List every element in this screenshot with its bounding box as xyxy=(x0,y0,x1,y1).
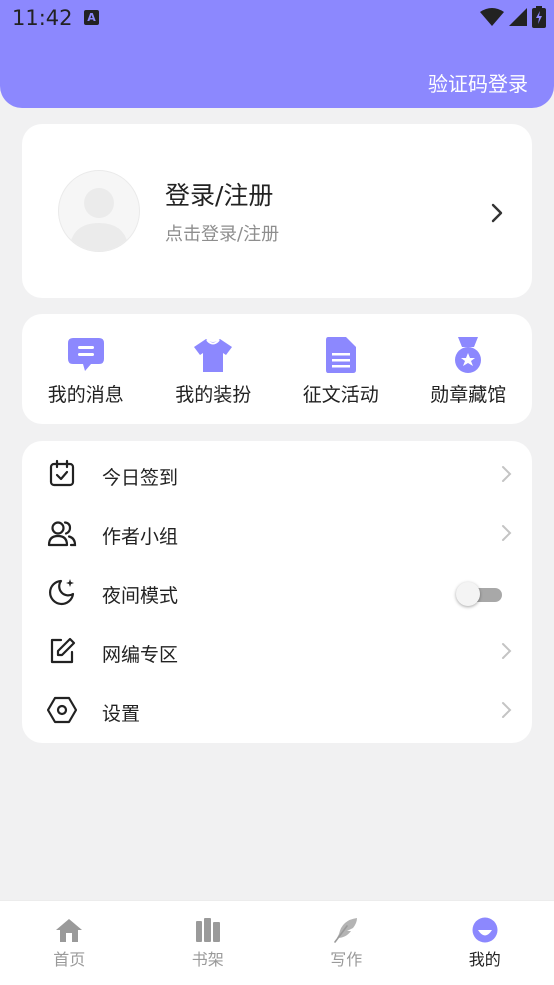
menu-label: 今日签到 xyxy=(102,463,178,490)
chevron-right-icon xyxy=(500,523,512,543)
notification-a-icon: A xyxy=(84,10,99,25)
signal-icon xyxy=(508,7,528,27)
menu-card: 今日签到 作者小组 夜间模式 网编专区 xyxy=(22,441,532,743)
quick-actions-card: 我的消息 我的装扮 征文活动 勋章藏馆 xyxy=(22,314,532,424)
tab-label: 书架 xyxy=(192,946,224,970)
quick-item-messages[interactable]: 我的消息 xyxy=(22,314,150,424)
profile-card[interactable]: 登录/注册 点击登录/注册 xyxy=(22,124,532,298)
menu-item-night-mode: 夜间模式 xyxy=(22,563,532,622)
login-register-hint: 点击登录/注册 xyxy=(165,220,279,246)
menu-item-checkin[interactable]: 今日签到 xyxy=(22,445,532,504)
chevron-right-icon xyxy=(500,700,512,720)
calendar-check-icon xyxy=(47,459,77,489)
menu-item-author-group[interactable]: 作者小组 xyxy=(22,504,532,563)
message-icon xyxy=(66,336,106,374)
chevron-right-icon xyxy=(500,641,512,661)
tab-bookshelf[interactable]: 书架 xyxy=(139,901,278,985)
menu-label: 网编专区 xyxy=(102,640,178,667)
feather-icon xyxy=(332,917,360,943)
tab-writing[interactable]: 写作 xyxy=(277,901,416,985)
quick-label: 我的消息 xyxy=(48,380,124,407)
tab-label: 写作 xyxy=(330,946,362,970)
profile-icon xyxy=(471,917,499,943)
tab-home[interactable]: 首页 xyxy=(0,901,139,985)
tab-label: 首页 xyxy=(53,946,85,970)
bookshelf-icon xyxy=(194,917,222,943)
login-register-title[interactable]: 登录/注册 xyxy=(165,176,273,212)
header: 11:42 A 验证码登录 xyxy=(0,0,554,108)
menu-label: 夜间模式 xyxy=(102,581,178,608)
quick-item-outfit[interactable]: 我的装扮 xyxy=(150,314,278,424)
wifi-icon xyxy=(480,7,504,27)
menu-label: 设置 xyxy=(102,699,140,726)
default-avatar-icon xyxy=(59,171,139,251)
night-mode-toggle[interactable] xyxy=(456,582,502,606)
edit-icon xyxy=(47,636,77,666)
status-icons xyxy=(480,6,546,28)
toggle-knob xyxy=(456,582,480,606)
menu-label: 作者小组 xyxy=(102,522,178,549)
menu-item-editor-zone[interactable]: 网编专区 xyxy=(22,622,532,681)
tab-mine[interactable]: 我的 xyxy=(416,901,554,985)
tab-label: 我的 xyxy=(469,946,501,970)
verify-code-login-button[interactable]: 验证码登录 xyxy=(428,68,528,97)
battery-icon xyxy=(532,6,546,28)
status-time: 11:42 xyxy=(12,6,73,30)
settings-icon xyxy=(47,695,77,725)
bottom-tab-bar: 首页 书架 写作 我的 xyxy=(0,900,554,985)
group-icon xyxy=(47,518,77,548)
quick-item-medal-hall[interactable]: 勋章藏馆 xyxy=(405,314,533,424)
menu-item-settings[interactable]: 设置 xyxy=(22,681,532,740)
tshirt-icon xyxy=(192,336,234,374)
medal-icon xyxy=(450,336,486,374)
quick-label: 勋章藏馆 xyxy=(430,380,506,407)
document-icon xyxy=(324,336,358,374)
home-icon xyxy=(55,917,83,943)
quick-label: 我的装扮 xyxy=(175,380,251,407)
moon-icon xyxy=(47,577,77,607)
quick-label: 征文活动 xyxy=(303,380,379,407)
quick-item-essay-event[interactable]: 征文活动 xyxy=(277,314,405,424)
chevron-right-icon[interactable] xyxy=(490,202,504,224)
chevron-right-icon xyxy=(500,464,512,484)
avatar[interactable] xyxy=(58,170,140,252)
